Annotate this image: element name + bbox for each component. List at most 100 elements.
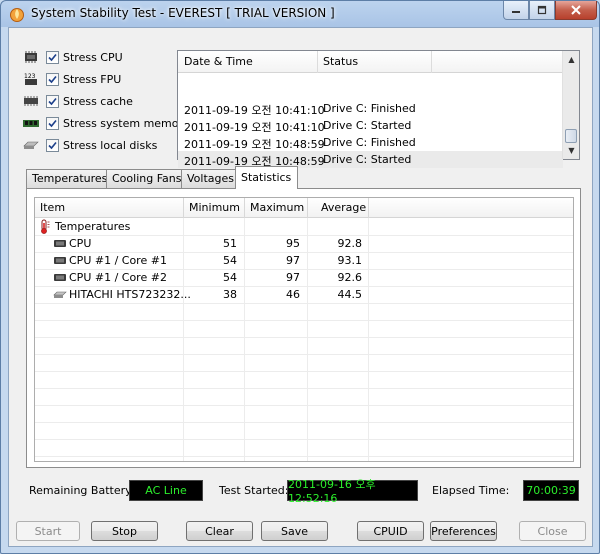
log-status: Drive C: Started xyxy=(323,153,412,166)
cell-item: HITACHI HTS723232... xyxy=(69,288,191,301)
log-datetime: 2011-09-19 오전 10:48:59 xyxy=(184,138,325,151)
window-title: System Stability Test - EVEREST [ TRIAL … xyxy=(31,6,335,20)
option-stress-cpu[interactable]: Stress CPU xyxy=(23,48,123,66)
svg-text:123: 123 xyxy=(24,73,36,80)
close-button[interactable]: Close xyxy=(519,521,586,541)
cpu-icon xyxy=(54,257,66,264)
grid-line xyxy=(35,371,573,372)
table-row[interactable]: CPU #1 / Core #2 54 97 92.6 xyxy=(35,269,573,286)
checkmark-icon xyxy=(48,97,57,105)
cpu-icon xyxy=(54,240,66,247)
cpuid-button[interactable]: CPUID xyxy=(357,521,424,541)
column-header-maximum[interactable]: Maximum xyxy=(250,201,304,214)
scroll-up-arrow-icon[interactable]: ▲ xyxy=(563,51,580,68)
column-header-status[interactable]: Status xyxy=(323,55,358,68)
log-status: Drive C: Finished xyxy=(323,136,416,149)
checkmark-icon xyxy=(48,141,57,149)
close-icon xyxy=(571,5,581,15)
column-divider[interactable] xyxy=(244,198,245,218)
column-divider[interactable] xyxy=(183,198,184,218)
cell-minimum: 38 xyxy=(223,288,237,301)
option-stress-cache[interactable]: Stress cache xyxy=(23,92,133,110)
title-bar[interactable]: System Stability Test - EVEREST [ TRIAL … xyxy=(1,1,599,27)
log-scrollbar[interactable]: ▲ ▼ xyxy=(562,51,579,159)
column-header-minimum[interactable]: Minimum xyxy=(189,201,240,214)
start-button[interactable]: Start xyxy=(16,521,80,541)
log-header: Date & Time Status xyxy=(178,51,563,73)
tab-cooling-fans[interactable]: Cooling Fans xyxy=(106,169,182,188)
cell-maximum: 46 xyxy=(286,288,300,301)
cell-maximum: 95 xyxy=(286,237,300,250)
event-log-list[interactable]: Date & Time Status 2011-09-19 오전 10:41:1… xyxy=(177,50,580,168)
option-stress-disks[interactable]: Stress local disks xyxy=(23,136,157,154)
scrollbar-thumb[interactable] xyxy=(565,129,577,143)
battery-display: AC Line xyxy=(129,480,203,501)
column-header-average[interactable]: Average xyxy=(321,201,366,214)
elapsed-time-display: 70:00:39 xyxy=(523,480,579,501)
log-row[interactable]: 2011-09-19 오전 10:48:59 Drive C: Finished xyxy=(178,134,563,151)
statistics-panel: Item Minimum Maximum Average Temperature… xyxy=(26,188,581,468)
log-row[interactable]: 2011-09-19 오전 10:41:10 Drive C: Started xyxy=(178,117,563,134)
stop-button[interactable]: Stop xyxy=(91,521,158,541)
option-label: Stress cache xyxy=(63,94,133,108)
column-divider[interactable] xyxy=(431,51,432,73)
checkbox-stress-cpu[interactable] xyxy=(46,50,59,64)
log-datetime: 2011-09-19 오전 10:41:10 xyxy=(184,121,325,134)
statistics-table[interactable]: Item Minimum Maximum Average Temperature… xyxy=(34,197,574,462)
maximize-icon xyxy=(537,5,547,15)
table-row[interactable]: CPU #1 / Core #1 54 97 93.1 xyxy=(35,252,573,269)
tab-statistics[interactable]: Statistics xyxy=(235,166,298,189)
column-divider[interactable] xyxy=(368,198,369,218)
option-label: Stress local disks xyxy=(63,138,158,152)
table-row[interactable]: CPU 51 95 92.8 xyxy=(35,235,573,252)
log-datetime: 2011-09-19 오전 10:41:10 xyxy=(184,104,325,117)
clear-button[interactable]: Clear xyxy=(186,521,253,541)
option-stress-memory[interactable]: Stress system memory xyxy=(23,114,190,132)
checkbox-stress-memory[interactable] xyxy=(46,116,59,130)
column-header-datetime[interactable]: Date & Time xyxy=(184,55,253,68)
hard-disk-icon xyxy=(53,291,67,298)
column-header-item[interactable]: Item xyxy=(40,201,65,214)
grid-line xyxy=(35,303,573,304)
checkbox-stress-disks[interactable] xyxy=(46,138,59,152)
cell-maximum: 97 xyxy=(286,254,300,267)
minimize-button[interactable] xyxy=(503,1,529,20)
log-row[interactable]: 2011-09-19 오전 10:41:10 Drive C: Finished xyxy=(178,100,563,117)
column-divider[interactable] xyxy=(317,51,318,73)
everest-flame-icon xyxy=(10,8,24,22)
cpu-chip-icon xyxy=(25,51,37,63)
tab-voltages[interactable]: Voltages xyxy=(181,169,236,188)
column-divider[interactable] xyxy=(307,198,308,218)
scroll-down-arrow-icon[interactable]: ▼ xyxy=(563,142,580,159)
table-group-row[interactable]: Temperatures xyxy=(35,218,573,235)
group-label: Temperatures xyxy=(55,220,131,233)
grid-line xyxy=(35,320,573,321)
table-row[interactable]: HITACHI HTS723232... 38 46 44.5 xyxy=(35,286,573,303)
client-area: Stress CPU 123 Stress FPU Stress cache S… xyxy=(8,27,593,547)
app-window: System Stability Test - EVEREST [ TRIAL … xyxy=(0,0,600,554)
elapsed-time-label: Elapsed Time: xyxy=(432,484,510,497)
hard-disk-icon xyxy=(23,141,39,149)
cell-maximum: 97 xyxy=(286,271,300,284)
cell-item: CPU #1 / Core #2 xyxy=(69,271,167,284)
tab-temperatures[interactable]: Temperatures xyxy=(26,169,107,188)
close-window-button[interactable] xyxy=(555,1,597,20)
option-label: Stress system memory xyxy=(63,116,190,130)
preferences-button[interactable]: Preferences xyxy=(430,521,497,541)
option-stress-fpu[interactable]: 123 Stress FPU xyxy=(23,70,121,88)
cell-average: 44.5 xyxy=(337,288,363,301)
log-status: Drive C: Started xyxy=(323,119,412,132)
log-status: Drive C: Finished xyxy=(323,102,416,115)
battery-label: Remaining Battery: xyxy=(29,484,135,497)
checkbox-stress-fpu[interactable] xyxy=(46,72,59,86)
maximize-button[interactable] xyxy=(529,1,555,20)
minimize-icon xyxy=(512,11,520,13)
fpu-icon: 123 xyxy=(24,73,37,85)
save-button[interactable]: Save xyxy=(261,521,328,541)
checkbox-stress-cache[interactable] xyxy=(46,94,59,108)
checkmark-icon xyxy=(48,75,57,83)
checkmark-icon xyxy=(48,119,57,127)
memory-module-icon xyxy=(23,120,39,127)
grid-line xyxy=(35,388,573,389)
grid-line xyxy=(35,354,573,355)
